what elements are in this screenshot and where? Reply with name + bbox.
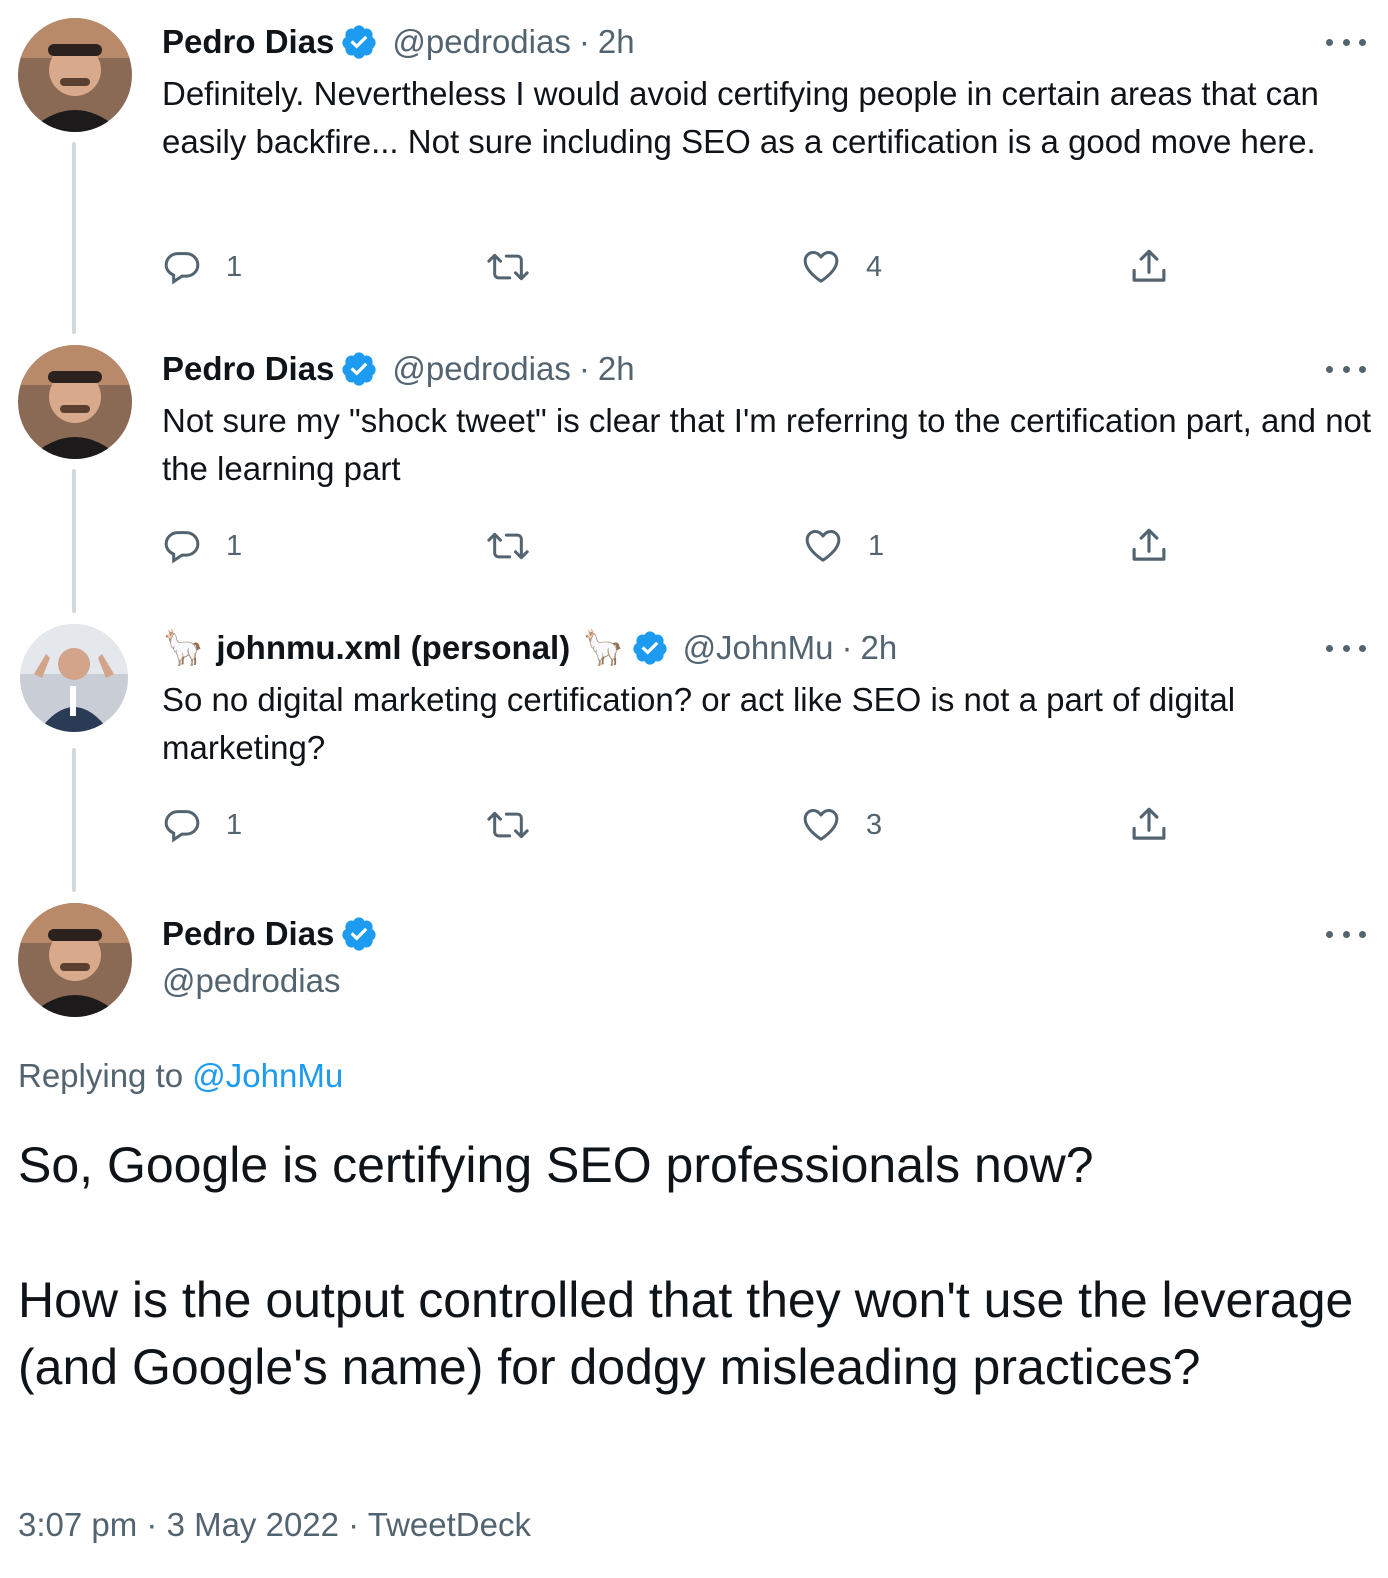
- author-handle[interactable]: @JohnMu: [683, 629, 834, 667]
- tweet-timestamp[interactable]: 3:07 pm · 3 May 2022 · TweetDeck: [18, 1506, 531, 1544]
- like-button[interactable]: 4: [800, 245, 882, 289]
- reply-icon: [164, 810, 200, 843]
- reply-icon: [164, 531, 200, 564]
- like-icon: [803, 809, 839, 841]
- author-name[interactable]: Pedro Dias: [162, 23, 334, 61]
- avatar[interactable]: [20, 624, 128, 732]
- llama-emoji: 🦙: [582, 629, 625, 667]
- tweet-actions: 1 1: [162, 524, 1192, 568]
- like-count: 1: [868, 529, 885, 562]
- separator-dot: ·: [578, 350, 590, 387]
- avatar[interactable]: [18, 903, 132, 1017]
- retweet-button[interactable]: [484, 245, 532, 289]
- tweet-header: Pedro Dias @pedrodias · 2h: [162, 347, 635, 391]
- reply-button[interactable]: 1: [162, 803, 242, 847]
- reply-count: 1: [226, 250, 243, 283]
- thread-line: [72, 748, 76, 892]
- tweet-time[interactable]: 2h: [598, 23, 635, 61]
- reply-count: 1: [226, 808, 243, 841]
- more-options-icon[interactable]: [1326, 359, 1366, 379]
- avatar[interactable]: [18, 18, 132, 132]
- share-button[interactable]: [1128, 803, 1170, 847]
- reply-icon: [164, 252, 200, 285]
- author-name[interactable]: Pedro Dias: [162, 915, 334, 953]
- verified-badge-icon: [340, 915, 378, 953]
- reply-count: 1: [226, 529, 243, 562]
- share-icon: [1132, 807, 1166, 840]
- tweet-header: 🦙 johnmu.xml (personal) 🦙 @JohnMu · 2h: [162, 626, 897, 670]
- tweet-time[interactable]: 2h: [860, 629, 897, 667]
- tweet-time[interactable]: 2h: [598, 350, 635, 388]
- tweet-header: Pedro Dias @pedrodias · 2h: [162, 20, 635, 64]
- tweet-text: So no digital marketing certification? o…: [162, 681, 1236, 766]
- share-button[interactable]: [1128, 524, 1170, 568]
- main-tweet-paragraph-1: So, Google is certifying SEO professiona…: [18, 1137, 1094, 1193]
- share-button[interactable]: [1128, 245, 1170, 289]
- tweet-text: Not sure my "shock tweet" is clear that …: [162, 402, 1372, 487]
- avatar[interactable]: [18, 345, 132, 459]
- verified-badge-icon: [340, 350, 378, 388]
- thread-line: [72, 142, 76, 334]
- more-options-icon[interactable]: [1326, 32, 1366, 52]
- tweet-actions: 1 3: [162, 803, 1192, 847]
- verified-badge-icon: [631, 629, 669, 667]
- separator-dot: ·: [841, 629, 853, 666]
- share-icon: [1132, 528, 1166, 561]
- like-icon: [803, 251, 839, 283]
- retweet-icon: [487, 532, 529, 560]
- like-button[interactable]: 3: [800, 803, 882, 847]
- author-handle[interactable]: @pedrodias: [392, 350, 570, 388]
- more-options-icon[interactable]: [1326, 638, 1366, 658]
- author-handle[interactable]: @pedrodias: [392, 23, 570, 61]
- reply-button[interactable]: 1: [162, 524, 242, 568]
- author-name[interactable]: Pedro Dias: [162, 350, 334, 388]
- separator-dot: ·: [578, 23, 590, 60]
- replying-prefix: Replying to: [18, 1057, 193, 1094]
- replying-to-link[interactable]: @JohnMu: [192, 1057, 343, 1094]
- share-icon: [1132, 249, 1166, 282]
- replying-to: Replying to @JohnMu: [18, 1057, 343, 1095]
- like-icon: [805, 530, 841, 562]
- retweet-button[interactable]: [484, 803, 532, 847]
- llama-emoji: 🦙: [162, 629, 205, 667]
- retweet-button[interactable]: [484, 524, 532, 568]
- author-handle[interactable]: @pedrodias: [162, 962, 340, 1000]
- like-count: 4: [866, 250, 883, 283]
- main-tweet-paragraph-2: How is the output controlled that they w…: [18, 1272, 1354, 1395]
- thread-line: [72, 469, 76, 613]
- like-count: 3: [866, 808, 883, 841]
- tweet-header: Pedro Dias: [162, 912, 378, 956]
- tweet-actions: 1 4: [162, 245, 1192, 289]
- like-button[interactable]: 1: [802, 524, 884, 568]
- more-options-icon[interactable]: [1326, 924, 1366, 944]
- tweet-text: Definitely. Nevertheless I would avoid c…: [162, 75, 1319, 160]
- verified-badge-icon: [340, 23, 378, 61]
- author-name[interactable]: johnmu.xml (personal): [216, 629, 570, 667]
- retweet-icon: [487, 253, 529, 281]
- reply-button[interactable]: 1: [162, 245, 242, 289]
- retweet-icon: [487, 811, 529, 839]
